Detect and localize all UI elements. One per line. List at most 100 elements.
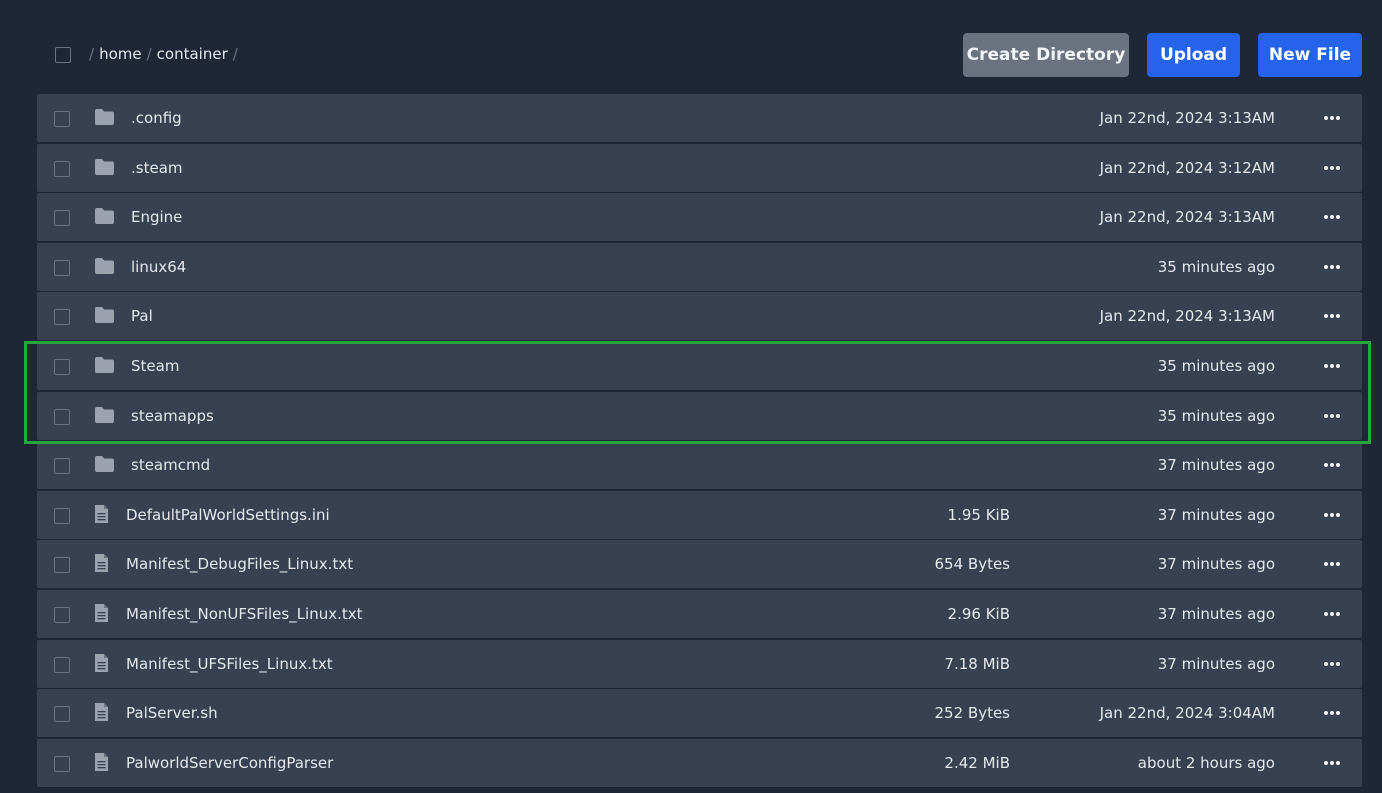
- folder-row[interactable]: .config Jan 22nd, 2024 3:13AM: [37, 94, 1362, 142]
- breadcrumb-container[interactable]: container: [157, 45, 228, 63]
- file-icon: [94, 603, 109, 623]
- folder-icon: [94, 455, 115, 473]
- row-checkbox[interactable]: [54, 259, 70, 276]
- file-name[interactable]: linux64: [131, 258, 186, 276]
- file-modified: 35 minutes ago: [1157, 406, 1275, 425]
- folder-row[interactable]: linux64 35 minutes ago: [37, 242, 1362, 291]
- file-name[interactable]: steamcmd: [131, 456, 210, 474]
- folder-icon: [94, 257, 115, 275]
- file-name[interactable]: Manifest_UFSFiles_Linux.txt: [126, 655, 333, 673]
- file-modified: Jan 22nd, 2024 3:04AM: [1099, 704, 1275, 723]
- file-size: 7.18 MiB: [944, 654, 1010, 673]
- folder-row[interactable]: steamcmd 37 minutes ago: [37, 441, 1362, 490]
- row-checkbox[interactable]: [54, 706, 70, 723]
- upload-button[interactable]: Upload: [1147, 33, 1240, 77]
- file-size: 2.96 KiB: [947, 604, 1010, 623]
- row-checkbox[interactable]: [54, 160, 70, 177]
- row-checkbox[interactable]: [54, 606, 70, 623]
- file-modified: 35 minutes ago: [1157, 356, 1275, 375]
- more-options-icon[interactable]: [1321, 504, 1343, 526]
- file-row[interactable]: PalworldServerConfigParser 2.42 MiB abou…: [37, 738, 1362, 787]
- file-modified: Jan 22nd, 2024 3:13AM: [1099, 208, 1275, 227]
- file-name[interactable]: PalServer.sh: [126, 704, 218, 722]
- file-icon: [94, 553, 109, 573]
- more-options-icon[interactable]: [1321, 653, 1343, 675]
- create-directory-button[interactable]: Create Directory: [963, 33, 1129, 77]
- more-options-icon[interactable]: [1321, 553, 1343, 575]
- folder-row[interactable]: Pal Jan 22nd, 2024 3:13AM: [37, 292, 1362, 341]
- file-size: 252 Bytes: [934, 704, 1011, 723]
- file-size: 654 Bytes: [934, 555, 1011, 574]
- folder-row[interactable]: .steam Jan 22nd, 2024 3:12AM: [37, 143, 1362, 192]
- more-options-icon[interactable]: [1321, 107, 1343, 129]
- file-row[interactable]: PalServer.sh 252 Bytes Jan 22nd, 2024 3:…: [37, 689, 1362, 738]
- folder-row[interactable]: steamapps 35 minutes ago: [37, 391, 1362, 440]
- file-row[interactable]: DefaultPalWorldSettings.ini 1.95 KiB 37 …: [37, 490, 1362, 539]
- breadcrumb-home[interactable]: home: [99, 45, 142, 63]
- more-options-icon[interactable]: [1321, 454, 1343, 476]
- row-checkbox[interactable]: [54, 111, 70, 127]
- more-options-icon[interactable]: [1321, 355, 1343, 377]
- file-list: .config Jan 22nd, 2024 3:13AM .steam Jan…: [37, 94, 1362, 788]
- more-options-icon[interactable]: [1321, 305, 1343, 327]
- file-modified: 35 minutes ago: [1157, 257, 1275, 276]
- file-row[interactable]: Manifest_DebugFiles_Linux.txt 654 Bytes …: [37, 540, 1362, 589]
- file-modified: 37 minutes ago: [1157, 505, 1275, 524]
- file-icon: [94, 653, 109, 673]
- folder-icon: [94, 207, 115, 225]
- folder-row[interactable]: Steam 35 minutes ago: [37, 341, 1362, 390]
- file-name[interactable]: Manifest_DebugFiles_Linux.txt: [126, 555, 353, 573]
- file-name[interactable]: Steam: [131, 357, 179, 375]
- breadcrumb-separator: /: [89, 45, 95, 63]
- more-options-icon[interactable]: [1321, 603, 1343, 625]
- file-size: 2.42 MiB: [944, 753, 1010, 772]
- file-modified: Jan 22nd, 2024 3:13AM: [1099, 307, 1275, 326]
- more-options-icon[interactable]: [1321, 702, 1343, 724]
- more-options-icon[interactable]: [1321, 405, 1343, 427]
- file-modified: 37 minutes ago: [1157, 604, 1275, 623]
- row-checkbox[interactable]: [54, 755, 70, 772]
- file-name[interactable]: .config: [131, 109, 182, 127]
- row-checkbox[interactable]: [54, 656, 70, 673]
- file-size: 1.95 KiB: [947, 505, 1010, 524]
- row-checkbox[interactable]: [54, 309, 70, 326]
- row-checkbox[interactable]: [54, 358, 70, 375]
- row-checkbox[interactable]: [54, 458, 70, 475]
- file-modified: 37 minutes ago: [1157, 555, 1275, 574]
- folder-icon: [94, 406, 115, 424]
- more-options-icon[interactable]: [1321, 752, 1343, 774]
- breadcrumb-separator: /: [146, 45, 152, 63]
- folder-row[interactable]: Engine Jan 22nd, 2024 3:13AM: [37, 193, 1362, 242]
- file-name[interactable]: DefaultPalWorldSettings.ini: [126, 506, 330, 524]
- file-name[interactable]: PalworldServerConfigParser: [126, 754, 333, 772]
- file-name[interactable]: steamapps: [131, 407, 214, 425]
- breadcrumb-separator: /: [232, 45, 238, 63]
- folder-icon: [94, 108, 115, 126]
- file-name[interactable]: Pal: [131, 307, 153, 325]
- file-modified: 37 minutes ago: [1157, 654, 1275, 673]
- row-checkbox[interactable]: [54, 507, 70, 524]
- file-modified: about 2 hours ago: [1137, 753, 1275, 772]
- file-modified: 37 minutes ago: [1157, 456, 1275, 475]
- file-row[interactable]: Manifest_UFSFiles_Linux.txt 7.18 MiB 37 …: [37, 639, 1362, 688]
- row-checkbox[interactable]: [54, 408, 70, 425]
- file-row[interactable]: Manifest_NonUFSFiles_Linux.txt 2.96 KiB …: [37, 589, 1362, 638]
- file-name[interactable]: .steam: [131, 159, 183, 177]
- more-options-icon[interactable]: [1321, 256, 1343, 278]
- more-options-icon[interactable]: [1321, 157, 1343, 179]
- new-file-button[interactable]: New File: [1258, 33, 1362, 77]
- folder-icon: [94, 158, 115, 176]
- row-checkbox[interactable]: [54, 557, 70, 574]
- select-all-checkbox[interactable]: [55, 47, 71, 63]
- folder-icon: [94, 306, 115, 324]
- file-icon: [94, 752, 109, 772]
- more-options-icon[interactable]: [1321, 206, 1343, 228]
- file-name[interactable]: Engine: [131, 208, 182, 226]
- file-icon: [94, 504, 109, 524]
- file-name[interactable]: Manifest_NonUFSFiles_Linux.txt: [126, 605, 363, 623]
- folder-icon: [94, 356, 115, 374]
- file-icon: [94, 702, 109, 722]
- row-checkbox[interactable]: [54, 210, 70, 227]
- breadcrumb: / home / container /: [89, 45, 238, 63]
- file-modified: Jan 22nd, 2024 3:12AM: [1099, 158, 1275, 177]
